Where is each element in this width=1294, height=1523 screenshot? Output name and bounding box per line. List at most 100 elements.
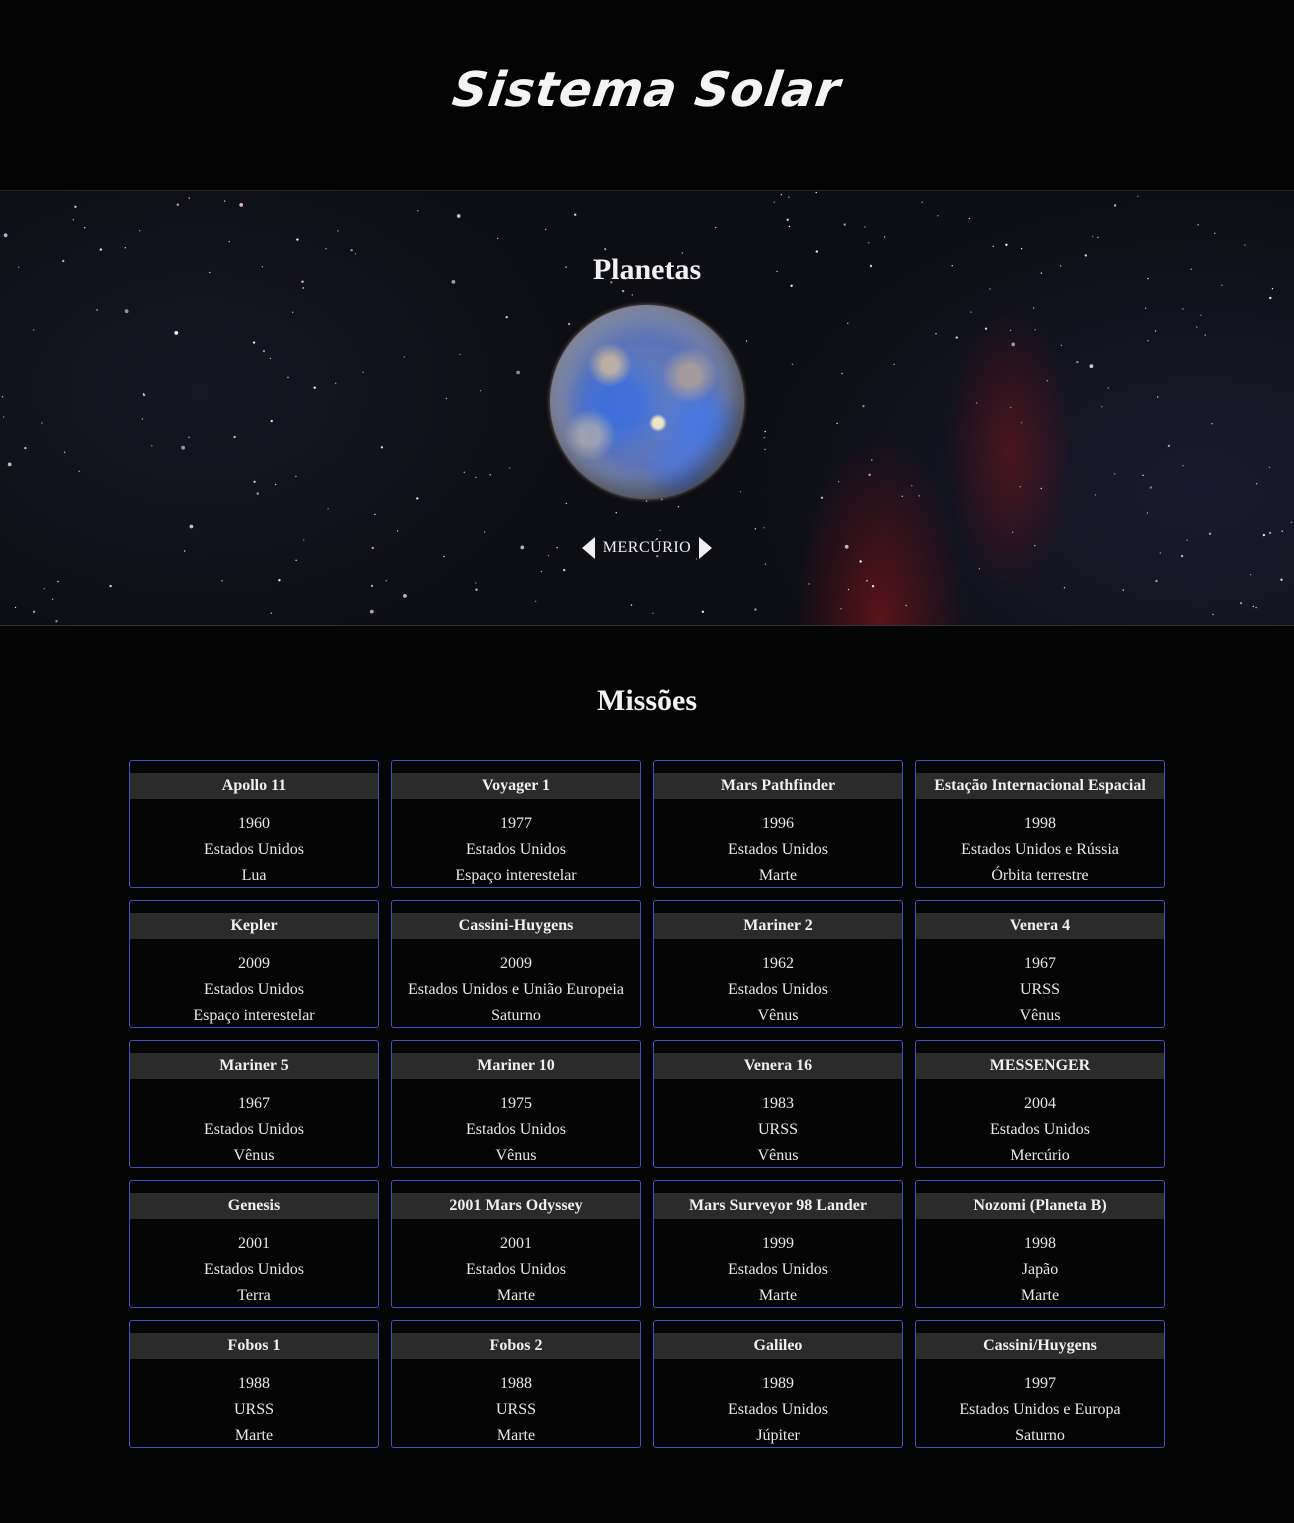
mission-year: 2001 xyxy=(238,1235,270,1252)
mission-name: Galileo xyxy=(654,1333,902,1359)
mission-target: Marte xyxy=(496,1427,536,1444)
mission-target: Espaço interestelar xyxy=(455,867,577,884)
mission-card: Nozomi (Planeta B) 1998 Japão Marte xyxy=(915,1180,1165,1308)
mission-name: Cassini-Huygens xyxy=(392,913,640,939)
mission-target: Mercúrio xyxy=(1010,1147,1070,1164)
mission-name: Nozomi (Planeta B) xyxy=(916,1193,1164,1219)
mission-name: MESSENGER xyxy=(916,1053,1164,1079)
mission-target: Vênus xyxy=(1019,1007,1061,1024)
mission-card: Mars Surveyor 98 Lander 1999 Estados Unido… xyxy=(653,1180,903,1308)
mission-country: URSS xyxy=(233,1401,275,1418)
mission-year: 1988 xyxy=(238,1375,270,1392)
mission-country: Estados Unidos xyxy=(728,1401,828,1418)
arrow-left-icon[interactable] xyxy=(581,537,595,559)
mission-name: Venera 4 xyxy=(916,913,1164,939)
mission-name: Venera 16 xyxy=(654,1053,902,1079)
mission-name: 2001 Mars Odyssey xyxy=(392,1193,640,1219)
planet-name: MERCÚRIO xyxy=(602,539,692,556)
mission-target: Vênus xyxy=(757,1147,799,1164)
planets-carousel: Planetas MERCÚRIO xyxy=(0,190,1294,626)
mission-target: Marte xyxy=(496,1287,536,1304)
mission-year: 1975 xyxy=(500,1095,532,1112)
mission-country: URSS xyxy=(495,1401,537,1418)
mission-country: Estados Unidos xyxy=(204,981,304,998)
mission-target: Espaço interestelar xyxy=(193,1007,315,1024)
mission-card: Estação Internacional Espacial 1998 Estado… xyxy=(915,760,1165,888)
arrow-right-icon[interactable] xyxy=(699,537,713,559)
mission-card: Cassini-Huygens 2009 Estados Unidos e Uniã… xyxy=(391,900,641,1028)
mission-card: Mars Pathfinder 1996 Estados Unidos Marte xyxy=(653,760,903,888)
mission-target: Marte xyxy=(1020,1287,1060,1304)
mission-target: Vênus xyxy=(495,1147,537,1164)
mission-target: Terra xyxy=(237,1287,271,1304)
mission-name: Genesis xyxy=(130,1193,378,1219)
mission-year: 2009 xyxy=(238,955,270,972)
mission-name: Fobos 2 xyxy=(392,1333,640,1359)
mission-card: Voyager 1 1977 Estados Unidos Espaço intere… xyxy=(391,760,641,888)
planet-nav: MERCÚRIO xyxy=(0,537,1294,559)
mission-target: Lua xyxy=(241,867,267,884)
mission-year: 1998 xyxy=(1024,815,1056,832)
mission-target: Órbita terrestre xyxy=(991,867,1089,884)
mission-name: Fobos 1 xyxy=(130,1333,378,1359)
mission-name: Mars Surveyor 98 Lander xyxy=(654,1193,902,1219)
mission-target: Marte xyxy=(758,1287,798,1304)
mission-card: Kepler 2009 Estados Unidos Espaço intereste… xyxy=(129,900,379,1028)
mission-country: Estados Unidos xyxy=(728,841,828,858)
mission-card: Fobos 2 1988 URSS Marte xyxy=(391,1320,641,1448)
mission-country: Estados Unidos e Europa xyxy=(959,1401,1121,1418)
mission-card: Venera 16 1983 URSS Vênus xyxy=(653,1040,903,1168)
mission-target: Marte xyxy=(758,867,798,884)
mission-year: 1999 xyxy=(762,1235,794,1252)
mission-country: Estados Unidos xyxy=(728,981,828,998)
mission-country: Japão xyxy=(1021,1261,1059,1278)
mission-year: 1967 xyxy=(238,1095,270,1112)
mission-target: Júpiter xyxy=(756,1427,800,1444)
mission-name: Voyager 1 xyxy=(392,773,640,799)
mission-name: Mariner 5 xyxy=(130,1053,378,1079)
mission-country: URSS xyxy=(1019,981,1061,998)
mission-year: 1962 xyxy=(762,955,794,972)
mission-year: 2009 xyxy=(500,955,532,972)
mission-year: 1983 xyxy=(762,1095,794,1112)
site-title: Sistema Solar xyxy=(449,62,845,118)
mission-card: Mariner 5 1967 Estados Unidos Vênus xyxy=(129,1040,379,1168)
mission-name: Mariner 2 xyxy=(654,913,902,939)
mission-year: 1998 xyxy=(1024,1235,1056,1252)
mission-card: Mariner 10 1975 Estados Unidos Vênus xyxy=(391,1040,641,1168)
mission-country: Estados Unidos xyxy=(990,1121,1090,1138)
planets-title: Planetas xyxy=(592,253,702,286)
mission-country: Estados Unidos xyxy=(466,1121,566,1138)
mission-target: Vênus xyxy=(757,1007,799,1024)
mission-target: Saturno xyxy=(1015,1427,1065,1444)
mission-country: Estados Unidos xyxy=(466,1261,566,1278)
mission-year: 2001 xyxy=(500,1235,532,1252)
mission-card: Apollo 11 1960 Estados Unidos Lua xyxy=(129,760,379,888)
mission-card: MESSENGER 2004 Estados Unidos Mercúrio xyxy=(915,1040,1165,1168)
mission-year: 1997 xyxy=(1024,1375,1056,1392)
missions-grid: Apollo 11 1960 Estados Unidos Lua Voyager 1… xyxy=(0,760,1294,1448)
mission-country: Estados Unidos e Rússia xyxy=(961,841,1119,858)
mission-year: 1960 xyxy=(238,815,270,832)
mission-card: Galileo 1989 Estados Unidos Júpiter xyxy=(653,1320,903,1448)
mission-year: 1977 xyxy=(500,815,532,832)
mission-country: Estados Unidos e União Europeia xyxy=(408,981,624,998)
mission-target: Vênus xyxy=(233,1147,275,1164)
missions-section: Missões Apollo 11 1960 Estados Unidos Lua V… xyxy=(0,626,1294,1448)
mission-country: Estados Unidos xyxy=(728,1261,828,1278)
mission-name: Mars Pathfinder xyxy=(654,773,902,799)
mission-year: 1989 xyxy=(762,1375,794,1392)
mission-target: Saturno xyxy=(491,1007,541,1024)
mission-card: Venera 4 1967 URSS Vênus xyxy=(915,900,1165,1028)
mission-card: Fobos 1 1988 URSS Marte xyxy=(129,1320,379,1448)
mission-name: Kepler xyxy=(130,913,378,939)
mission-name: Estação Internacional Espacial xyxy=(916,773,1164,799)
mission-name: Apollo 11 xyxy=(130,773,378,799)
mission-country: Estados Unidos xyxy=(204,1121,304,1138)
mission-year: 1996 xyxy=(762,815,794,832)
mission-card: Cassini/Huygens 1997 Estados Unidos e Euro… xyxy=(915,1320,1165,1448)
mission-card: Genesis 2001 Estados Unidos Terra xyxy=(129,1180,379,1308)
mission-target: Marte xyxy=(234,1427,274,1444)
mission-country: URSS xyxy=(757,1121,799,1138)
mission-name: Cassini/Huygens xyxy=(916,1333,1164,1359)
